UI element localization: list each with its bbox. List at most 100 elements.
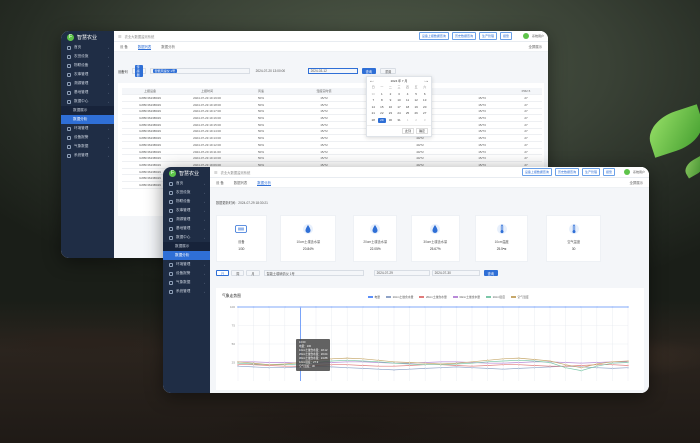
next-month-icon[interactable]: › » — [424, 79, 428, 83]
tab-device[interactable]: 设 备 — [120, 44, 128, 49]
menu-toggle-icon[interactable]: ☰ — [118, 34, 122, 39]
now-button[interactable]: 此刻 — [401, 127, 414, 134]
calendar-day[interactable]: 3 — [420, 118, 429, 123]
sidebar-item-5[interactable]: 基地管理 › — [163, 224, 210, 233]
calendar-day[interactable]: 2 — [386, 92, 395, 97]
sidebar-item-0[interactable]: 首页 › — [163, 179, 210, 188]
sidebar-item-after-2[interactable]: 气象数据 › — [163, 278, 210, 287]
calendar-day[interactable]: 27 — [420, 111, 429, 116]
calendar-day[interactable]: 9 — [386, 98, 395, 103]
calendar-day[interactable]: 1 — [378, 92, 387, 97]
legend-item[interactable]: 电量 — [368, 295, 380, 299]
calendar-day[interactable]: 17 — [395, 105, 404, 110]
confirm-button[interactable]: 确定 — [415, 127, 428, 134]
tab-data-list[interactable]: 数据列表 — [234, 180, 248, 185]
range-month[interactable]: 月 — [246, 270, 260, 276]
calendar-day[interactable]: 8 — [378, 98, 387, 103]
range-day[interactable]: 日 — [216, 270, 230, 276]
calendar-day[interactable]: 18 — [403, 105, 412, 110]
sidebar-item-after-0[interactable]: 环境管理 › — [61, 124, 114, 133]
tab-data-list[interactable]: 数据列表 — [137, 44, 152, 50]
tab-data-analysis[interactable]: 数据分析 — [161, 44, 175, 49]
device-select[interactable]: 智能风速仪 1号 — [149, 68, 250, 74]
calendar-day[interactable]: 30 — [369, 92, 378, 97]
calendar-day[interactable]: 2 — [412, 118, 421, 123]
calendar-day[interactable]: 14 — [369, 105, 378, 110]
start-time-input[interactable]: 2024-07-20 13:00:00 — [254, 68, 304, 74]
calendar-day[interactable]: 5 — [412, 92, 421, 97]
fullscreen-button[interactable]: 全屏展示 — [528, 44, 542, 49]
calendar-day[interactable]: 30 — [386, 118, 395, 123]
user-name[interactable]: 系统用户 — [532, 34, 544, 38]
sidebar-item-3[interactable]: 农事管理 › — [163, 206, 210, 215]
avatar[interactable] — [623, 169, 630, 175]
calendar-day[interactable]: 15 — [378, 105, 387, 110]
sidebar-subitem-1[interactable]: 数据分析 — [61, 115, 114, 124]
sidebar-subitem-0[interactable]: 数据展示 — [61, 106, 114, 115]
calendar-day[interactable]: 12 — [412, 98, 421, 103]
calendar-day[interactable]: 10 — [395, 98, 404, 103]
sidebar-item-after-1[interactable]: 设备报警 › — [61, 133, 114, 142]
sidebar-item-4[interactable]: 溯源管理 › — [61, 79, 114, 88]
table-row[interactable]: GXBF3623B0292024-07-29 19:19:0050%15/72 4… — [122, 94, 542, 102]
toolbar-button-4[interactable]: 报警 — [499, 32, 512, 40]
table-row[interactable]: GXBF3623B029 2024-07-29 19:13:00 50% 15/72 4… — [122, 134, 542, 142]
calendar-day[interactable]: 7 — [369, 98, 378, 103]
table-row[interactable]: GXBF3623B0292024-07-29 19:17:0050%15/724… — [122, 108, 542, 116]
calendar-day[interactable]: 31 — [395, 118, 404, 123]
calendar-day[interactable]: 22 — [378, 111, 387, 116]
sidebar-item-1[interactable]: 农田设施 › — [61, 52, 114, 61]
legend-item[interactable]: 20cm土壤含水量 — [419, 295, 447, 299]
toolbar-button-3[interactable]: 生产管理 — [581, 168, 600, 176]
calendar-day[interactable]: 6 — [420, 92, 429, 97]
sidebar-item-2[interactable]: 物联设备 › — [61, 61, 114, 70]
toolbar-button-4[interactable]: 报警 — [602, 168, 615, 176]
calendar-day[interactable]: 3 — [395, 92, 404, 97]
end-date-input[interactable]: 2024-07-30 — [431, 270, 480, 276]
search-button[interactable]: 查询 — [361, 68, 376, 74]
sidebar-item-6[interactable]: 数据中心 › — [163, 233, 210, 242]
avatar[interactable] — [522, 33, 529, 39]
table-row[interactable]: GXBF3623B029 2024-07-29 19:10:00 50% 15/72 4… — [122, 154, 542, 163]
calendar-day[interactable]: 19 — [412, 105, 421, 110]
reset-button[interactable]: 重置 — [379, 68, 397, 74]
calendar-day[interactable]: 13 — [420, 98, 429, 103]
legend-item[interactable]: 10cm土壤含水量 — [386, 295, 413, 299]
table-row[interactable]: GXBF3623B029 2024-07-29 19:11:00 50% 15/72 4… — [122, 148, 542, 156]
tab-device[interactable]: 设 备 — [216, 180, 224, 185]
toolbar-button-2[interactable]: 历史数据查询 — [451, 32, 476, 40]
calendar-day[interactable]: 4 — [403, 92, 412, 97]
calendar-day[interactable]: 24 — [395, 111, 404, 116]
calendar-day[interactable]: 26 — [412, 111, 421, 116]
calendar-day[interactable]: 1 — [403, 118, 412, 123]
legend-item[interactable]: 10cm温度 — [486, 295, 505, 299]
calendar-day[interactable]: 23 — [386, 111, 395, 116]
toolbar-button-1[interactable]: 设备上报数据查询 — [521, 168, 552, 176]
toolbar-button-1[interactable]: 设备上报数据查询 — [418, 32, 449, 40]
end-time-input[interactable]: 2024-03-12 — [307, 68, 358, 74]
calendar-day[interactable]: 20 — [420, 105, 429, 110]
table-row[interactable]: GXBF3623B029 2024-07-29 19:12:00 50% 15/72 4… — [122, 141, 542, 149]
table-row[interactable]: GXBF3623B0292024-07-29 19:15:0050%15/724… — [122, 121, 542, 129]
sidebar-item-3[interactable]: 农事管理 › — [61, 70, 114, 79]
fullscreen-button[interactable]: 全屏展示 — [629, 180, 643, 185]
sidebar-item-4[interactable]: 溯源管理 › — [163, 215, 210, 224]
sidebar-item-after-1[interactable]: 设备报警 › — [163, 269, 210, 278]
sidebar-subitem-1[interactable]: 数据分析 — [163, 251, 210, 260]
sidebar-subitem-0[interactable]: 数据展示 — [163, 242, 210, 251]
search-button[interactable]: 查询 — [483, 270, 498, 276]
range-week[interactable]: 周 — [231, 270, 245, 276]
table-row[interactable]: GXBF3623B0292024-07-29 19:14:0050%15/724… — [122, 128, 542, 136]
start-date-input[interactable]: 2024-07-29 — [373, 270, 430, 276]
calendar-day[interactable]: 11 — [403, 98, 412, 103]
calendar-day[interactable]: 28 — [369, 118, 378, 123]
sidebar-item-after-2[interactable]: 气象数据 › — [61, 142, 114, 151]
calendar-day[interactable]: 16 — [386, 105, 395, 110]
legend-item[interactable]: 30cm土壤含水量 — [452, 295, 480, 299]
device-type-select[interactable]: 传感器 — [131, 65, 146, 77]
sidebar-item-after-3[interactable]: 系统管理 › — [163, 287, 210, 296]
user-name[interactable]: 系统用户 — [633, 170, 645, 174]
sidebar-item-6[interactable]: 数据中心 › — [61, 97, 114, 106]
tab-data-analysis[interactable]: 数据分析 — [257, 180, 271, 186]
prev-month-icon[interactable]: « ‹ — [370, 79, 374, 83]
